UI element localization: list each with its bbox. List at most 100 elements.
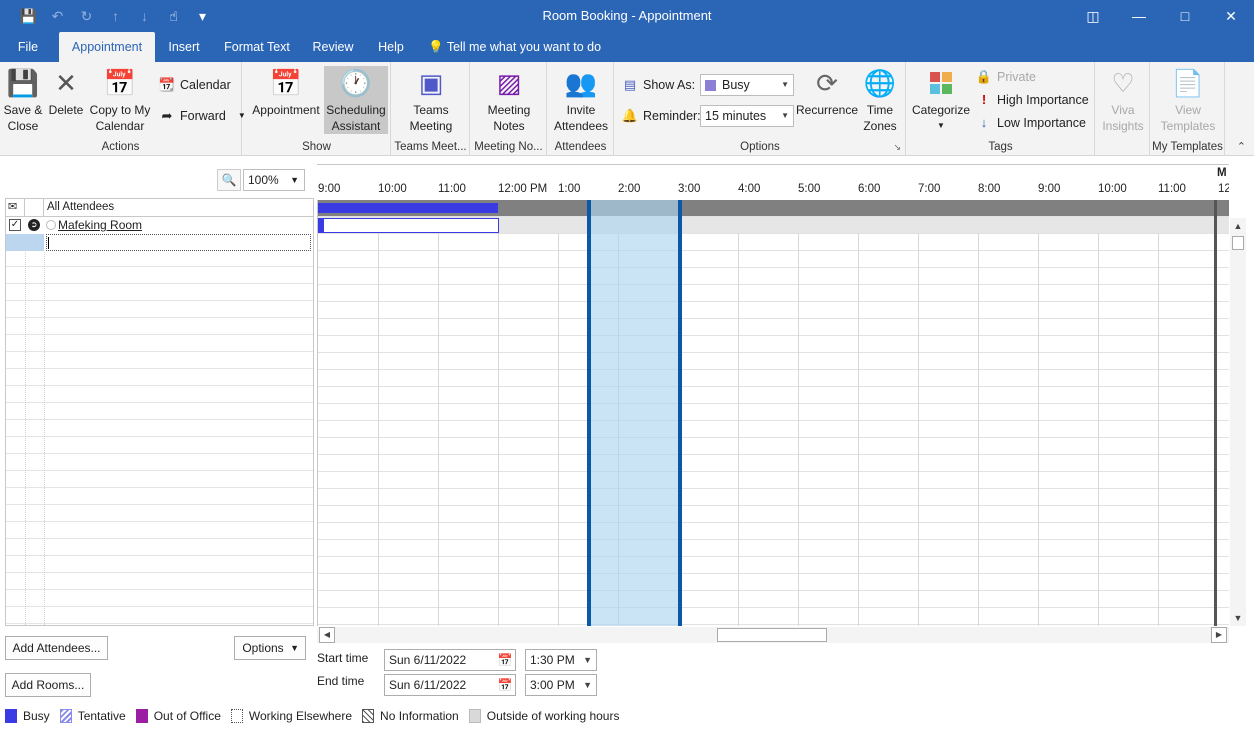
tab-review[interactable]: Review (307, 32, 359, 62)
categorize-button[interactable]: Categorize ▼ (909, 66, 973, 134)
tab-help[interactable]: Help (370, 32, 412, 62)
hour-label: 9:00 (1038, 183, 1061, 195)
hour-label: 4:00 (738, 183, 761, 195)
legend: Busy Tentative Out of Office Working Els… (5, 707, 629, 725)
tab-appointment[interactable]: Appointment (59, 32, 155, 62)
group-meeting-notes: ▨ Meeting Notes Meeting No... (471, 62, 547, 156)
view-templates-button[interactable]: 📄 View Templates (1155, 66, 1221, 134)
hour-label: 7:00 (918, 183, 941, 195)
tab-insert[interactable]: Insert (162, 32, 206, 62)
calendar-button[interactable]: 📆 Calendar (158, 74, 231, 96)
tab-file[interactable]: File (8, 32, 48, 62)
calendar-picker-icon[interactable]: 📅 (497, 677, 513, 693)
legend-out-of-office: Out of Office (135, 709, 221, 723)
ribbon-tabs: File Appointment Insert Format Text Revi… (0, 32, 1254, 62)
scroll-thumb[interactable] (717, 628, 827, 642)
save-close-button[interactable]: 💾 Save & Close (2, 66, 44, 134)
envelope-check-icon[interactable]: ✉ (8, 200, 17, 213)
globe-icon: 🌐 (863, 68, 897, 98)
legend-no-information: No Information (362, 709, 459, 723)
tab-format-text[interactable]: Format Text (217, 32, 297, 62)
ribbon-display-icon[interactable]: ◫ (1070, 0, 1116, 32)
end-date-field[interactable]: Sun 6/11/2022 📅 (384, 674, 516, 696)
scroll-thumb[interactable] (1232, 236, 1244, 250)
title-bar: 💾 ↶ ↻ ↑ ↓ ☝ ▾ Room Booking - Appointment… (0, 0, 1254, 32)
viva-insights-button[interactable]: ♡ Viva Insights (1098, 66, 1148, 134)
chevron-down-icon[interactable]: ▼ (583, 650, 592, 670)
chevron-down-icon[interactable]: ▼ (583, 675, 592, 695)
group-label: Tags (988, 141, 1013, 153)
hour-label: 9:00 (318, 183, 341, 195)
teams-icon: ▣ (418, 68, 444, 98)
group-label: Teams Meet... (394, 141, 467, 153)
invite-attendees-button[interactable]: 👥 Invite Attendees (550, 66, 612, 134)
low-importance-button[interactable]: ↓ Low Importance (975, 112, 1086, 134)
scheduling-assistant-button[interactable]: 🕐 Scheduling Assistant (324, 66, 388, 134)
copy-to-calendar-button[interactable]: 📅 Copy to My Calendar (88, 66, 152, 134)
reminder-label: 🔔 Reminder: (621, 105, 701, 127)
scroll-up-icon[interactable]: ▲ (1230, 218, 1246, 234)
dialog-launcher-icon[interactable]: ↘ (893, 142, 901, 153)
calendar-picker-icon[interactable]: 📅 (497, 652, 513, 668)
end-time-field[interactable]: 3:00 PM ▼ (525, 674, 597, 696)
meeting-time-selection[interactable] (587, 200, 682, 626)
free-busy-grid[interactable] (317, 200, 1229, 626)
day-label: M (1217, 167, 1227, 179)
chevron-down-icon: ▼ (290, 643, 299, 653)
ribbon: 💾 Save & Close ✕ Delete 📅 Copy to My Cal… (0, 62, 1254, 156)
presence-icon (46, 220, 56, 230)
add-attendees-button[interactable]: Add Attendees... (5, 636, 108, 660)
group-teams: ▣ Teams Meeting Teams Meet... (392, 62, 470, 156)
group-show: 📅 Appointment 🕐 Scheduling Assistant Sho… (243, 62, 391, 156)
show-as-dropdown[interactable]: Busy ▼ (700, 74, 794, 96)
new-attendee-row[interactable] (6, 234, 313, 251)
tell-me-search[interactable]: 💡 Tell me what you want to do (428, 32, 603, 62)
time-header: M 9:00 10:00 11:00 12:00 PM 1:00 2:00 3:… (317, 164, 1229, 200)
collapse-ribbon-icon[interactable]: ⌃ (1237, 140, 1246, 153)
attendee-row[interactable]: ✓ ➲ Mafeking Room (6, 217, 313, 234)
hour-label: 11:00 (438, 183, 466, 195)
horizontal-scrollbar[interactable]: ◀ ▶ (317, 627, 1229, 643)
attendee-name[interactable]: Mafeking Room (58, 218, 142, 232)
zoom-dropdown[interactable]: 100% ▼ (243, 169, 305, 191)
vertical-scrollbar[interactable]: ▲ ▼ (1230, 218, 1246, 626)
high-importance-button[interactable]: ! High Importance (975, 89, 1089, 111)
meeting-notes-button[interactable]: ▨ Meeting Notes (477, 66, 541, 134)
group-label: Actions (101, 141, 140, 153)
private-button[interactable]: 🔒 Private (975, 66, 1036, 88)
scroll-down-icon[interactable]: ▼ (1230, 610, 1246, 626)
recurrence-button[interactable]: ⟳ Recurrence (795, 66, 859, 118)
busy-swatch (705, 79, 716, 91)
reminder-dropdown[interactable]: 15 minutes ▼ (700, 105, 794, 127)
include-checkbox[interactable]: ✓ (9, 219, 21, 231)
legend-outside-working-hours: Outside of working hours (468, 709, 619, 723)
hour-label: 11:00 (1158, 183, 1186, 195)
chevron-down-icon: ▼ (781, 80, 789, 89)
maximize-icon[interactable]: □ (1162, 0, 1208, 32)
scroll-left-icon[interactable]: ◀ (319, 627, 335, 643)
hour-label: 8:00 (978, 183, 1001, 195)
minimize-icon[interactable]: — (1116, 0, 1162, 32)
magnifier-icon[interactable]: 🔍 (217, 169, 241, 191)
options-button[interactable]: Options ▼ (234, 636, 306, 660)
close-icon[interactable]: ✕ (1208, 0, 1254, 32)
teams-meeting-button[interactable]: ▣ Teams Meeting (398, 66, 464, 134)
group-label: Options (740, 141, 780, 153)
required-attendee-icon[interactable]: ➲ (28, 219, 40, 231)
people-icon: 👥 (564, 68, 598, 98)
forward-button[interactable]: ➦ Forward ▼ (158, 105, 246, 127)
time-zones-button[interactable]: 🌐 Time Zones (859, 66, 901, 134)
appointment-button[interactable]: 📅 Appointment (247, 66, 325, 118)
hour-label: 10:00 (378, 183, 407, 195)
hour-label: 1:00 (558, 183, 581, 195)
scroll-right-icon[interactable]: ▶ (1211, 627, 1227, 643)
exclamation-icon: ! (981, 92, 987, 107)
start-date-field[interactable]: Sun 6/11/2022 📅 (384, 649, 516, 671)
end-time-label: End time (317, 674, 365, 688)
group-label: Attendees (554, 141, 607, 153)
bell-icon: 🔔 (621, 108, 639, 123)
delete-button[interactable]: ✕ Delete (46, 66, 86, 118)
add-rooms-button[interactable]: Add Rooms... (5, 673, 91, 697)
new-attendee-input[interactable] (46, 234, 311, 251)
start-time-field[interactable]: 1:30 PM ▼ (525, 649, 597, 671)
